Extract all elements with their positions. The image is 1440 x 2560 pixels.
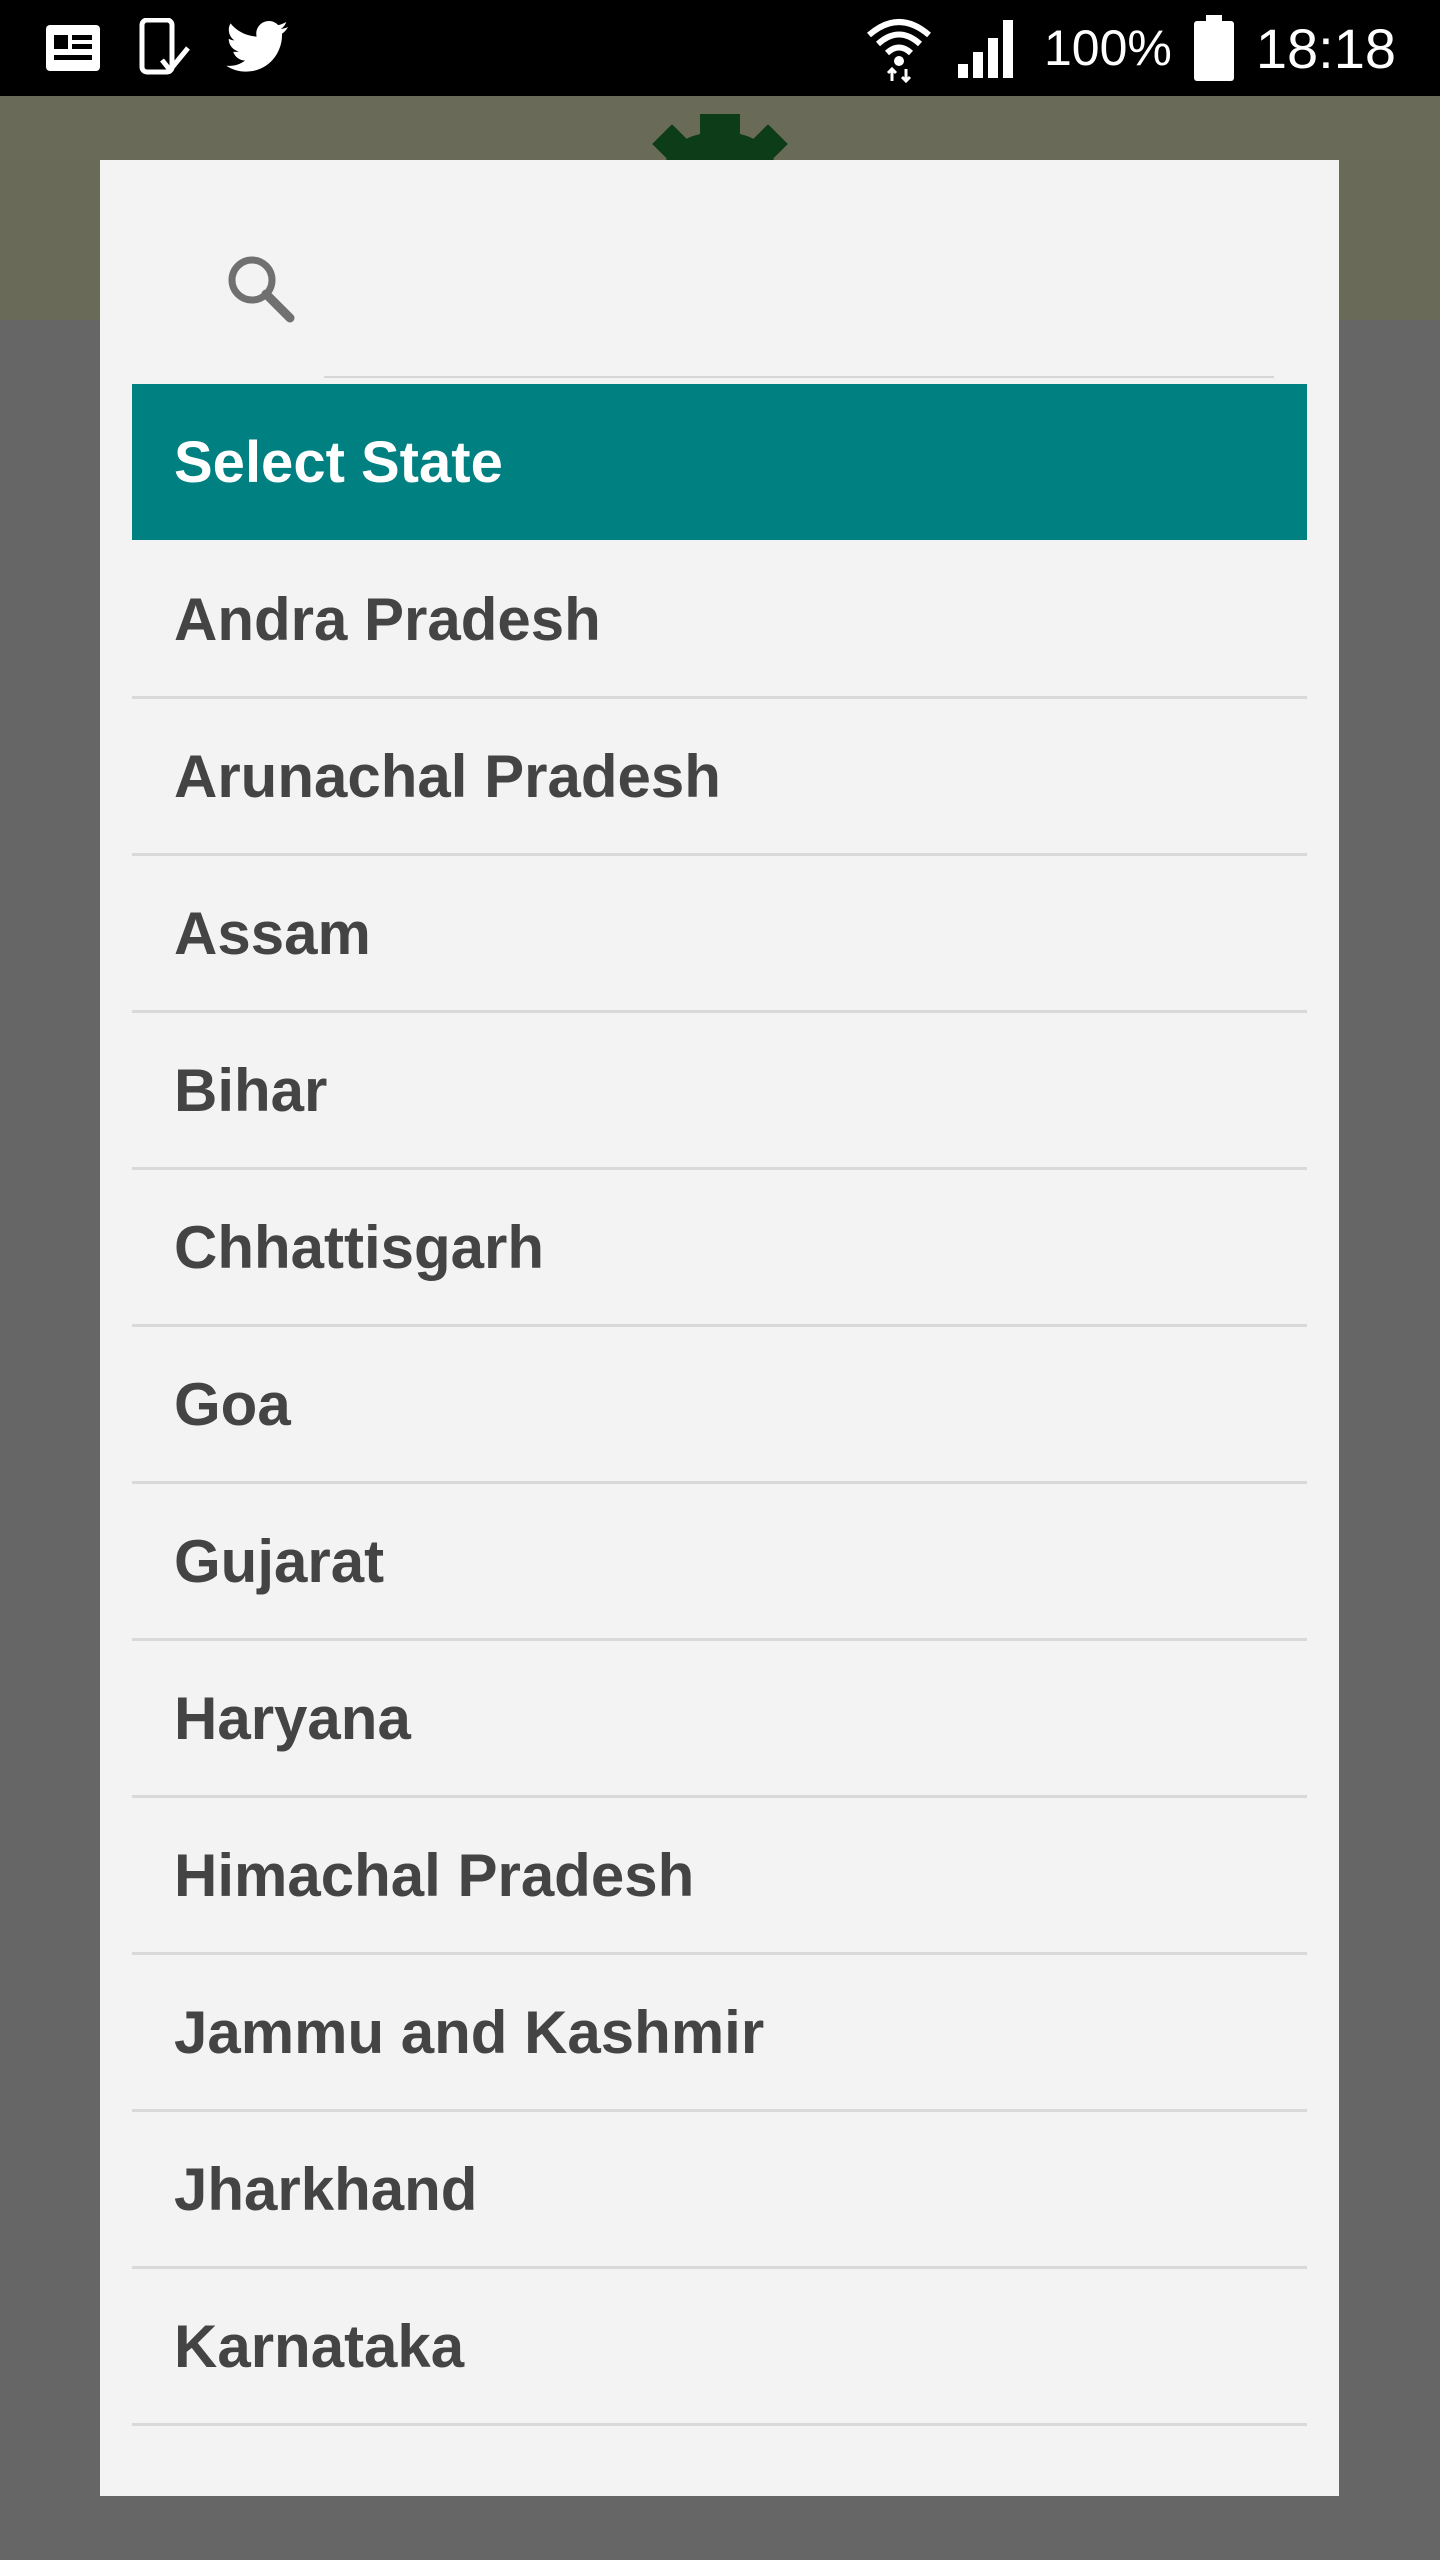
list-item-goa[interactable]: Goa: [132, 1327, 1307, 1484]
list-item-gujarat[interactable]: Gujarat: [132, 1484, 1307, 1641]
list-item-label: Arunachal Pradesh: [174, 742, 721, 810]
list-item-chhattisgarh[interactable]: Chhattisgarh: [132, 1170, 1307, 1327]
news-icon: [46, 25, 100, 71]
status-bar: 100% 18:18: [0, 0, 1440, 96]
status-bar-left-icons: [44, 18, 290, 78]
list-item-label: Himachal Pradesh: [174, 1841, 695, 1909]
list-item-label: Assam: [174, 899, 371, 967]
list-item-label: Bihar: [174, 1056, 328, 1124]
list-item-label: Goa: [174, 1370, 291, 1438]
list-item-haryana[interactable]: Haryana: [132, 1641, 1307, 1798]
list-item-himachal-pradesh[interactable]: Himachal Pradesh: [132, 1798, 1307, 1955]
list-item-label: Haryana: [174, 1684, 411, 1752]
list-item-label: Gujarat: [174, 1527, 385, 1595]
dialog-title: Select State: [174, 429, 503, 495]
list-item-label: Andra Pradesh: [174, 585, 601, 653]
list-item-label: Chhattisgarh: [174, 1213, 545, 1281]
cell-signal-icon: [957, 20, 1013, 78]
search-input[interactable]: [324, 256, 1274, 378]
state-list: Andra Pradesh Arunachal Pradesh Assam Bi…: [132, 542, 1307, 2426]
list-item-label: Jharkhand: [174, 2155, 478, 2223]
status-bar-right: 100% 18:18: [864, 0, 1396, 96]
twitter-icon: [226, 21, 288, 72]
battery-icon: [1193, 15, 1234, 81]
search-row: [100, 160, 1339, 384]
list-item-bihar[interactable]: Bihar: [132, 1013, 1307, 1170]
wifi-icon: [867, 19, 931, 83]
list-item-jammu-and-kashmir[interactable]: Jammu and Kashmir: [132, 1955, 1307, 2112]
search-icon[interactable]: [220, 248, 300, 328]
state-select-dialog: Select State Andra Pradesh Arunachal Pra…: [100, 160, 1339, 2496]
list-item-andra-pradesh[interactable]: Andra Pradesh: [132, 542, 1307, 699]
dialog-header: Select State: [132, 384, 1307, 540]
list-item-label: Jammu and Kashmir: [174, 1998, 765, 2066]
clock: 18:18: [1255, 16, 1396, 80]
list-item-karnataka[interactable]: Karnataka: [132, 2269, 1307, 2426]
list-item-jharkhand[interactable]: Jharkhand: [132, 2112, 1307, 2269]
list-item-assam[interactable]: Assam: [132, 856, 1307, 1013]
battery-percent: 100%: [1043, 20, 1172, 76]
phone-check-icon: [139, 18, 190, 75]
list-item-arunachal-pradesh[interactable]: Arunachal Pradesh: [132, 699, 1307, 856]
list-item-label: Karnataka: [174, 2312, 465, 2380]
